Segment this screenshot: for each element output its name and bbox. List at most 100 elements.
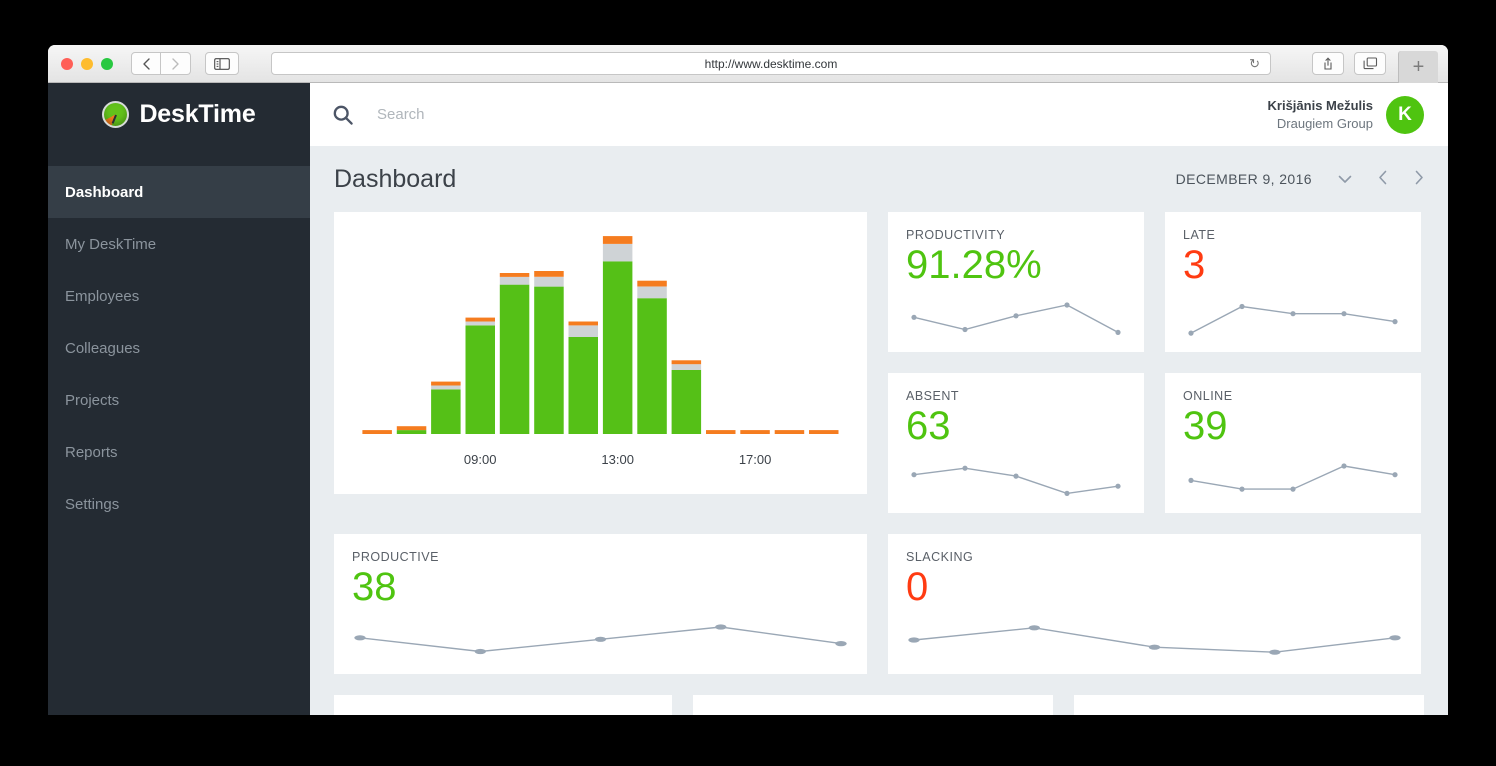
sidebar-item-projects[interactable]: Projects — [48, 374, 310, 426]
brand-logo[interactable]: DeskTime — [48, 83, 310, 146]
sidebar-item-label: Employees — [65, 288, 139, 305]
partial-card — [1074, 695, 1424, 715]
sidebar-item-label: Dashboard — [65, 184, 143, 201]
share-button[interactable] — [1312, 52, 1344, 75]
sidebar-item-label: My DeskTime — [65, 236, 156, 253]
stat-label: PRODUCTIVE — [352, 550, 849, 564]
forward-button[interactable] — [161, 52, 191, 75]
previous-date-button[interactable] — [1378, 170, 1388, 189]
hourly-activity-bar-chart: 09:00 13:00 17:00 — [350, 226, 851, 484]
window-traffic-lights — [61, 58, 113, 70]
sidebar-item-label: Settings — [65, 496, 119, 513]
sidebar-toggle-icon — [214, 58, 230, 70]
chevron-left-icon — [1378, 170, 1388, 185]
app-body: DeskTime Dashboard My DeskTime Employees… — [48, 83, 1448, 715]
chevron-right-icon — [1414, 170, 1424, 185]
sidebar-toggle-button[interactable] — [205, 52, 239, 75]
minimize-window-button[interactable] — [81, 58, 93, 70]
sidebar-item-colleagues[interactable]: Colleagues — [48, 322, 310, 374]
stat-value: 63 — [906, 405, 1126, 447]
chevron-left-icon — [142, 58, 151, 70]
sparkline-productivity — [900, 292, 1132, 344]
stat-card-slacking: SLACKING 0 — [888, 534, 1421, 674]
sparkline-absent — [900, 453, 1132, 505]
sidebar-item-employees[interactable]: Employees — [48, 270, 310, 322]
stat-label: ONLINE — [1183, 389, 1403, 403]
share-icon — [1322, 57, 1334, 71]
stat-card-productivity: PRODUCTIVITY 91.28% — [888, 212, 1144, 352]
stat-column-right: LATE 3 ONLINE 39 — [1165, 212, 1421, 513]
main-area: Krišjānis Mežulis Draugiem Group K Dashb… — [310, 83, 1448, 715]
date-dropdown-button[interactable] — [1338, 171, 1352, 188]
search-area — [332, 104, 1268, 126]
stat-label: ABSENT — [906, 389, 1126, 403]
dashboard-content: Dashboard DECEMBER 9, 2016 — [310, 146, 1448, 715]
user-organization: Draugiem Group — [1268, 115, 1373, 133]
sidebar-item-label: Projects — [65, 392, 119, 409]
close-window-button[interactable] — [61, 58, 73, 70]
stat-value: 91.28% — [906, 244, 1126, 286]
sidebar-item-label: Colleagues — [65, 340, 140, 357]
top-bar: Krišjānis Mežulis Draugiem Group K — [310, 83, 1448, 146]
show-tabs-icon — [1363, 57, 1378, 70]
stat-value: 38 — [352, 566, 849, 608]
stat-value: 0 — [906, 566, 1403, 608]
partial-card — [693, 695, 1053, 715]
url-text: http://www.desktime.com — [705, 57, 838, 71]
stat-card-late: LATE 3 — [1165, 212, 1421, 352]
avatar[interactable]: K — [1386, 96, 1424, 134]
user-name: Krišjānis Mežulis — [1268, 97, 1373, 115]
sidebar-item-dashboard[interactable]: Dashboard — [48, 166, 310, 218]
dashboard-row-2: PRODUCTIVE 38 SLACKING 0 — [334, 534, 1424, 674]
sidebar-item-label: Reports — [65, 444, 118, 461]
stat-label: LATE — [1183, 228, 1403, 242]
maximize-window-button[interactable] — [101, 58, 113, 70]
stat-value: 39 — [1183, 405, 1403, 447]
sparkline-online — [1177, 453, 1409, 505]
desktime-logo-icon — [102, 101, 129, 128]
user-menu[interactable]: Krišjānis Mežulis Draugiem Group K — [1268, 96, 1424, 134]
sparkline-late — [1177, 292, 1409, 344]
back-button[interactable] — [131, 52, 161, 75]
sidebar: DeskTime Dashboard My DeskTime Employees… — [48, 83, 310, 715]
browser-window: http://www.desktime.com ↻ + — [48, 45, 1448, 715]
search-input[interactable] — [377, 106, 677, 123]
chevron-down-icon — [1338, 175, 1352, 184]
sidebar-item-settings[interactable]: Settings — [48, 478, 310, 530]
svg-text:09:00: 09:00 — [464, 452, 497, 467]
sparkline-productive — [346, 614, 855, 666]
search-icon[interactable] — [332, 104, 354, 126]
sidebar-nav: Dashboard My DeskTime Employees Colleagu… — [48, 166, 310, 530]
reload-icon[interactable]: ↻ — [1249, 56, 1260, 72]
brand-name: DeskTime — [139, 100, 255, 129]
new-tab-button[interactable]: + — [1398, 51, 1438, 83]
dashboard-row-1: 09:00 13:00 17:00 PRODUCTIVITY 91.28% ABSE… — [334, 212, 1424, 513]
navigation-buttons — [131, 52, 191, 75]
current-date-label: DECEMBER 9, 2016 — [1176, 171, 1312, 187]
chevron-right-icon — [171, 58, 180, 70]
stat-card-productive: PRODUCTIVE 38 — [334, 534, 867, 674]
stat-card-online: ONLINE 39 — [1165, 373, 1421, 513]
next-date-button[interactable] — [1414, 170, 1424, 189]
stat-card-absent: ABSENT 63 — [888, 373, 1144, 513]
show-tabs-button[interactable] — [1354, 52, 1386, 75]
browser-action-buttons — [1312, 52, 1386, 75]
browser-chrome: http://www.desktime.com ↻ + — [48, 45, 1448, 83]
svg-text:13:00: 13:00 — [601, 452, 634, 467]
dashboard-row-3-partial — [334, 695, 1424, 715]
svg-text:17:00: 17:00 — [739, 452, 772, 467]
partial-card — [334, 695, 672, 715]
stat-label: SLACKING — [906, 550, 1403, 564]
address-bar[interactable]: http://www.desktime.com ↻ — [271, 52, 1271, 75]
sparkline-slacking — [900, 614, 1409, 666]
page-header: Dashboard DECEMBER 9, 2016 — [334, 146, 1424, 212]
hourly-activity-chart-card: 09:00 13:00 17:00 — [334, 212, 867, 494]
page-title: Dashboard — [334, 165, 456, 194]
stat-label: PRODUCTIVITY — [906, 228, 1126, 242]
sidebar-item-reports[interactable]: Reports — [48, 426, 310, 478]
stat-column-left: PRODUCTIVITY 91.28% ABSENT 63 — [888, 212, 1144, 513]
user-info: Krišjānis Mežulis Draugiem Group — [1268, 97, 1373, 132]
date-navigation: DECEMBER 9, 2016 — [1176, 170, 1424, 189]
stat-value: 3 — [1183, 244, 1403, 286]
sidebar-item-my-desktime[interactable]: My DeskTime — [48, 218, 310, 270]
